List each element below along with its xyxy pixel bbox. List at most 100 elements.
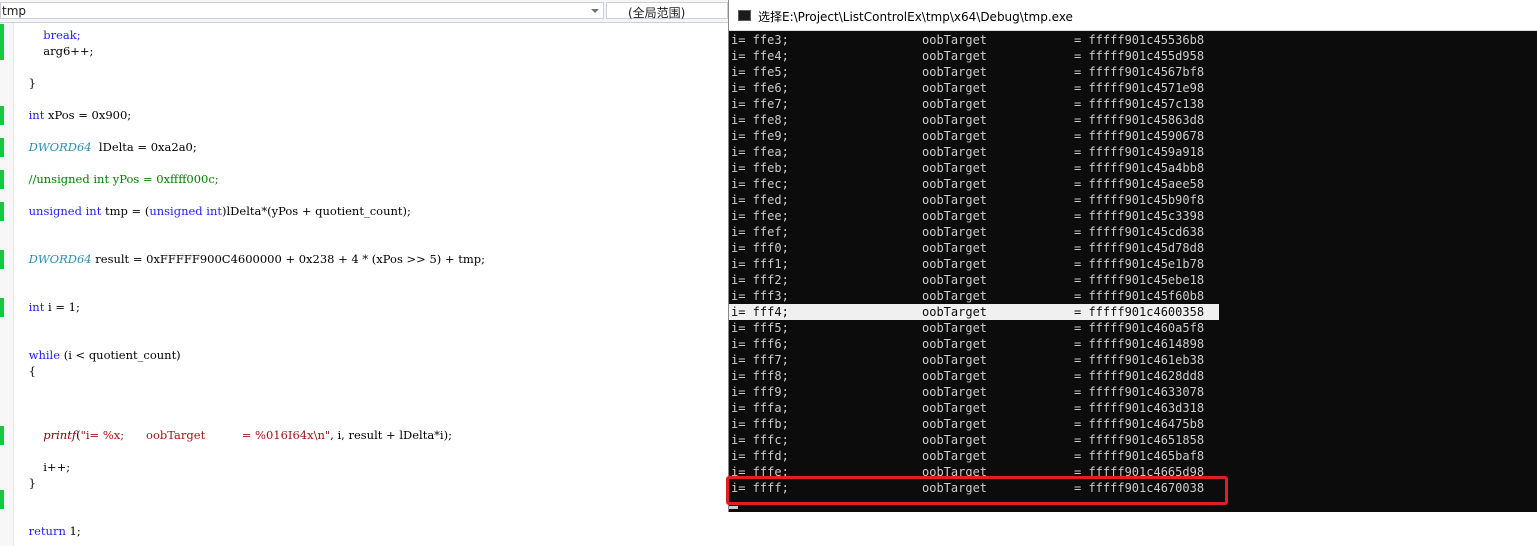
code-line[interactable]: printf("i= %x; oobTarget = %016I64x\n", … xyxy=(14,428,452,442)
code-line[interactable]: i++; xyxy=(14,460,70,474)
global-scope-value: (全局范围) xyxy=(628,6,686,20)
label-text: oobTarget xyxy=(922,129,988,143)
index-text: i= fff2; xyxy=(731,273,789,287)
statement: xPos = 0x900; xyxy=(44,108,132,122)
navigation-bar: tmp (全局范围) xyxy=(0,0,728,23)
index-text: i= ffe5; xyxy=(731,65,789,79)
label-text: oobTarget xyxy=(922,97,988,111)
code-editor[interactable]: tmp (全局范围) break; arg6++; } int xPos = 0… xyxy=(0,0,728,546)
index-text: i= ffe7; xyxy=(731,97,789,111)
value-text: = fffff901c46475b8 xyxy=(1074,417,1205,431)
keyword: unsigned xyxy=(149,204,203,218)
statement: (i < quotient_count) xyxy=(60,348,181,362)
highlight-annotation xyxy=(726,476,1228,505)
value-text: = fffff901c461eb38 xyxy=(1074,353,1205,367)
editor-gutter xyxy=(0,23,14,546)
index-text: i= ffe9; xyxy=(731,129,789,143)
index-text: i= fff8; xyxy=(731,369,789,383)
keyword: unsigned xyxy=(28,204,82,218)
label-text: oobTarget xyxy=(922,225,988,239)
change-indicator xyxy=(0,106,4,125)
statement: result = 0xFFFFF900C4600000 + 0x238 + 4 … xyxy=(91,252,485,266)
code-line[interactable]: DWORD64 result = 0xFFFFF900C4600000 + 0x… xyxy=(14,252,485,266)
index-text: i= ffe6; xyxy=(731,81,789,95)
comment: //unsigned int yPos = 0xffff000c; xyxy=(28,172,219,186)
label-text: oobTarget xyxy=(922,113,988,127)
code-line[interactable]: int i = 1; xyxy=(14,300,80,314)
value-text: = fffff901c4633078 xyxy=(1074,385,1205,399)
string-literal: "i= %x; oobTarget = %016I64x\n" xyxy=(80,428,331,442)
label-text: oobTarget xyxy=(922,161,988,175)
label-text: oobTarget xyxy=(922,401,988,415)
label-text: oobTarget xyxy=(922,449,988,463)
code-line[interactable]: unsigned int tmp = (unsigned int)lDelta*… xyxy=(14,204,411,218)
value-text: = fffff901c45e1b78 xyxy=(1074,257,1205,271)
code-line[interactable]: } xyxy=(14,76,36,90)
change-indicator xyxy=(0,24,4,60)
index-text: i= ffeb; xyxy=(731,161,789,175)
index-text: i= fff1; xyxy=(731,257,789,271)
index-text: i= fff3; xyxy=(731,289,789,303)
brace: } xyxy=(28,76,36,90)
statement: , i, result + lDelta*i); xyxy=(330,428,452,442)
file-scope-dropdown[interactable]: tmp xyxy=(0,2,604,19)
label-text: oobTarget xyxy=(922,433,988,447)
console-line-selected[interactable]: i= fff4; oobTarget = fffff901c4600358 xyxy=(729,304,1219,320)
index-text: i= fff7; xyxy=(731,353,789,367)
label-text: oobTarget xyxy=(922,337,988,351)
index-text: i= ffed; xyxy=(731,193,789,207)
console-icon xyxy=(738,10,751,21)
code-line[interactable]: { xyxy=(14,364,36,378)
change-indicator xyxy=(0,250,4,269)
global-scope-dropdown[interactable]: (全局范围) xyxy=(606,2,728,20)
code-line[interactable]: return 1; xyxy=(14,524,81,538)
value-text: = fffff901c4571e98 xyxy=(1074,81,1205,95)
chevron-down-icon[interactable] xyxy=(591,9,599,13)
index-text: i= fffb; xyxy=(731,417,789,431)
code-line[interactable]: //unsigned int yPos = 0xffff000c; xyxy=(14,172,219,186)
change-indicator xyxy=(0,170,4,189)
value-text: = fffff901c4614898 xyxy=(1074,337,1205,351)
label-text: oobTarget xyxy=(922,417,988,431)
change-indicator xyxy=(0,426,4,445)
code-line[interactable]: break; xyxy=(14,28,81,42)
value-text: = fffff901c455d958 xyxy=(1074,49,1205,63)
index-text: i= ffec; xyxy=(731,177,789,191)
value-text: = fffff901c45f60b8 xyxy=(1074,289,1205,303)
index-text: i= fff0; xyxy=(731,241,789,255)
code-line[interactable]: } xyxy=(14,476,36,490)
value-text: = fffff901c45b90f8 xyxy=(1074,193,1205,207)
label-text: oobTarget xyxy=(922,353,988,367)
code-line[interactable]: int xPos = 0x900; xyxy=(14,108,132,122)
console-window[interactable]: 选择E:\Project\ListControlEx\tmp\x64\Debug… xyxy=(728,0,1537,512)
label-text: oobTarget xyxy=(922,305,988,319)
label-text: oobTarget xyxy=(922,257,988,271)
code-line[interactable]: arg6++; xyxy=(14,44,93,58)
value-text: = fffff901c45a4bb8 xyxy=(1074,161,1205,175)
console-title-bar[interactable]: 选择E:\Project\ListControlEx\tmp\x64\Debug… xyxy=(729,0,1537,31)
keyword: int xyxy=(206,204,223,218)
label-text: oobTarget xyxy=(922,385,988,399)
statement: 1; xyxy=(65,524,81,538)
value-text: = fffff901c45863d8 xyxy=(1074,113,1205,127)
keyword: break; xyxy=(43,28,81,42)
label-text: oobTarget xyxy=(922,209,988,223)
statement: )lDelta*(yPos + quotient_count); xyxy=(222,204,411,218)
change-indicator xyxy=(0,138,4,157)
file-scope-value: tmp xyxy=(2,4,27,18)
statement: tmp = ( xyxy=(101,204,150,218)
index-text: i= ffe3; xyxy=(731,33,789,47)
label-text: oobTarget xyxy=(922,177,988,191)
keyword: int xyxy=(28,300,45,314)
index-text: i= fff5; xyxy=(731,321,789,335)
code-line[interactable]: while (i < quotient_count) xyxy=(14,348,181,362)
console-cursor xyxy=(729,506,738,509)
index-text: i= ffea; xyxy=(731,145,789,159)
label-text: oobTarget xyxy=(922,145,988,159)
index-text: i= ffef; xyxy=(731,225,789,239)
label-text: oobTarget xyxy=(922,321,988,335)
code-line[interactable]: DWORD64 lDelta = 0xa2a0; xyxy=(14,140,197,154)
keyword: while xyxy=(28,348,61,362)
index-text: i= fffd; xyxy=(731,449,789,463)
index-text: i= fffc; xyxy=(731,433,789,447)
